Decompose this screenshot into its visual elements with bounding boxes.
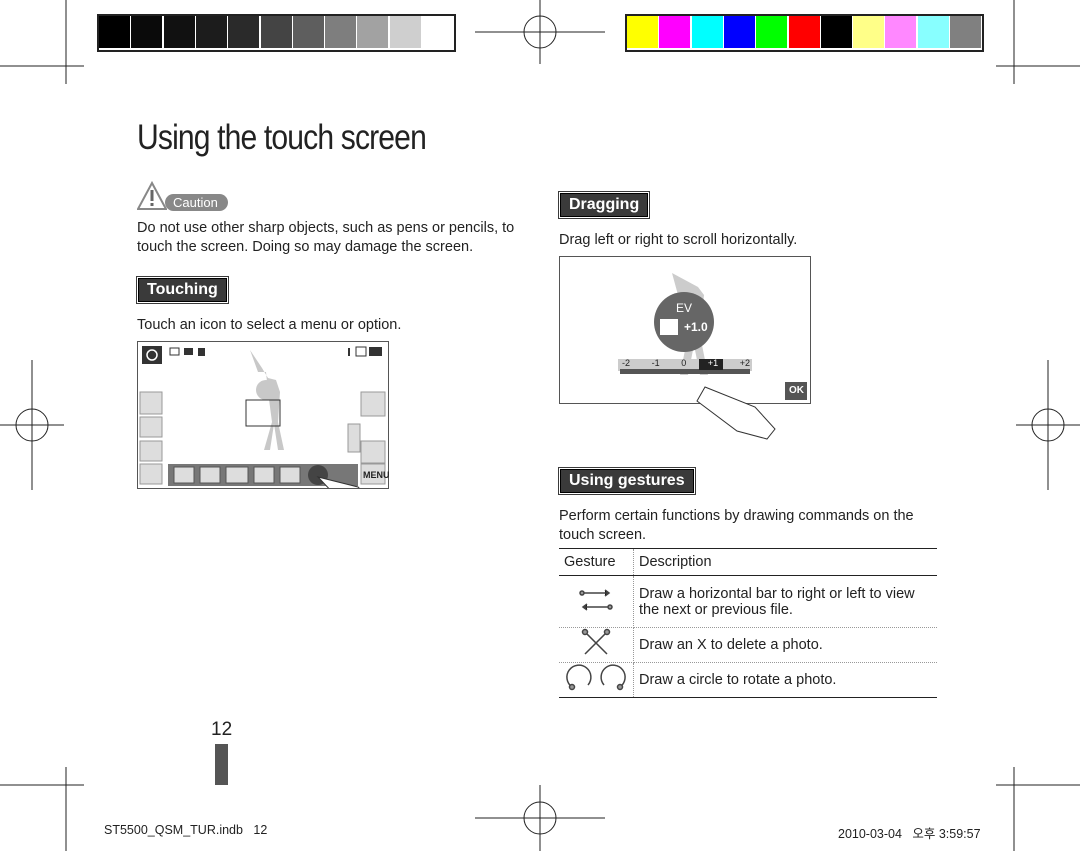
col-description: Description [633,548,937,576]
circle-rotate-icon [566,664,626,691]
gestures-heading: Using gestures [558,467,696,495]
color-swatch [627,16,658,48]
ok-button: OK [789,385,804,396]
color-swatch [99,16,130,48]
gesture-table: Gesture Description Draw a horizontal ba… [559,548,937,698]
color-swatch [131,16,163,48]
menu-button: MENU [363,470,390,480]
table-row: Draw an X to delete a photo. [559,627,937,663]
footer-file: ST5500_QSM_TUR.indb 12 [104,823,268,837]
table-row: Draw a horizontal bar to right or left t… [559,575,937,628]
color-swatch [853,16,885,48]
ev-tick-selected: +1 [707,358,719,368]
screen-illustration [139,346,386,520]
color-swatch [228,16,260,48]
color-swatch [820,16,852,48]
ev-value: +1.0 [684,320,708,334]
footer-timestamp: 2010-03-04 오후 3:59:57 [838,827,981,841]
ev-tick: -2 [622,358,631,368]
color-swatch [723,16,755,48]
color-swatch [163,16,195,48]
gestures-text: Perform certain functions by drawing com… [559,508,914,543]
ev-scale[interactable]: -2 -1 0 +1 +2 [622,358,750,368]
horizontal-arrows-icon [579,588,613,611]
ev-tick: 0 [681,358,687,368]
touching-heading: Touching [136,276,229,304]
ev-illustration [618,273,807,440]
caution-text: Do not use other sharp objects, such as … [137,220,515,255]
page-tab-marker [215,744,228,785]
color-swatch [389,16,421,48]
camera-screen-dragging: EV +1.0 -2 -1 0 +1 +2 OK [559,256,811,440]
color-swatch [691,16,723,48]
color-swatch [950,16,981,48]
manual-page: Using the touch screen Caution Do not us… [0,0,1080,851]
ev-tick: -1 [651,358,660,368]
page-number: 12 [211,719,233,740]
dragging-heading: Dragging [557,191,651,219]
x-gesture-icon [581,628,611,655]
dragging-text: Drag left or right to scroll horizontall… [559,232,798,248]
warning-icon [136,180,168,210]
color-swatch [195,16,227,48]
color-swatch [357,16,389,48]
ev-tick: +2 [739,358,750,368]
table-header: Gesture Description [559,548,937,576]
color-swatch [885,16,917,48]
touching-text: Touch an icon to select a menu or option… [137,317,402,333]
caution-badge: Caution [136,180,228,216]
color-swatch [788,16,820,48]
camera-screen-touching: MENU [137,341,390,520]
page-title: Using the touch screen [137,118,427,157]
ev-label: EV [676,301,693,315]
color-swatch [325,16,357,48]
description-cell: Draw a circle to rotate a photo. [633,662,937,698]
description-cell: Draw an X to delete a photo. [633,627,937,663]
caution-label: Caution [165,194,228,211]
color-swatch [659,16,691,48]
color-swatch [756,16,788,48]
color-swatch [917,16,949,48]
color-swatch [292,16,324,48]
description-cell: Draw a horizontal bar to right or left t… [633,575,937,628]
color-swatch [422,16,453,48]
color-swatch [260,16,292,48]
col-gesture: Gesture [559,548,634,576]
table-row: Draw a circle to rotate a photo. [559,662,937,698]
